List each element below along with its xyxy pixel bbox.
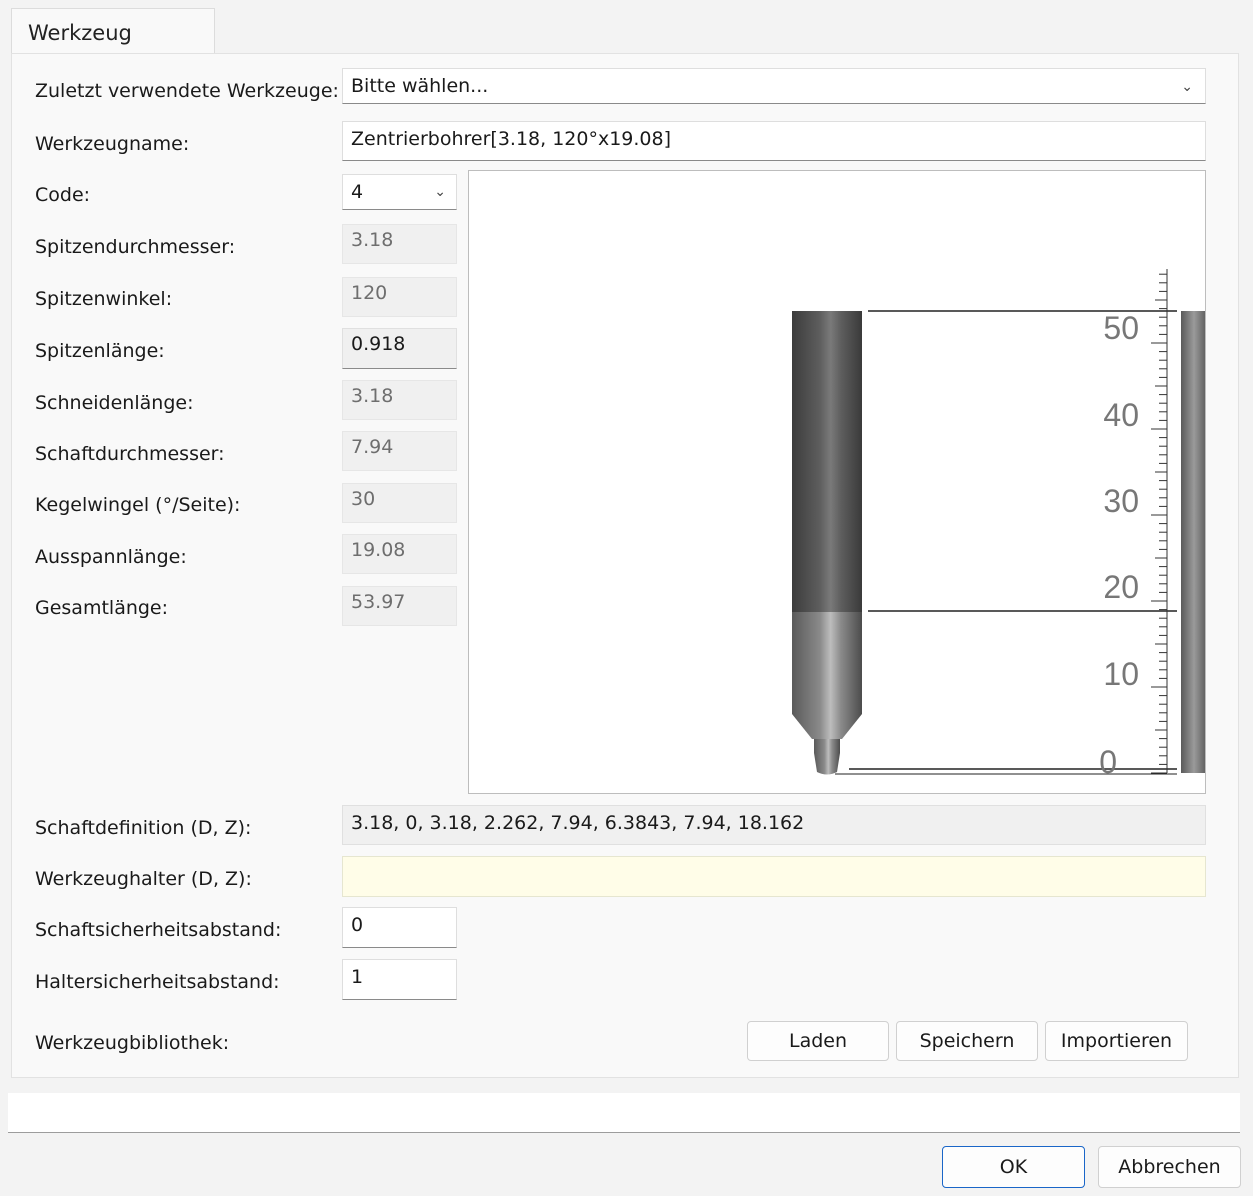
- tool-name-value: Zentrierbohrer[3.18, 120°x19.08]: [351, 128, 672, 150]
- cutting-length-field: 3.18: [342, 380, 457, 420]
- stickout-length-field: 19.08: [342, 534, 457, 574]
- recent-tools-label: Zuletzt verwendete Werkzeuge:: [35, 80, 339, 102]
- cone-angle-label: Kegelwingel (°/Seite):: [35, 494, 241, 516]
- ruler-labels: 50 40 30 20 10 0: [1099, 310, 1139, 780]
- tool-name-input[interactable]: Zentrierbohrer[3.18, 120°x19.08]: [342, 121, 1206, 161]
- tip-diameter-field: 3.18: [342, 224, 457, 264]
- scale-label-20: 20: [1103, 569, 1139, 605]
- shaft-definition-field: 3.18, 0, 3.18, 2.262, 7.94, 6.3843, 7.94…: [342, 805, 1206, 845]
- tool-name-label: Werkzeugname:: [35, 133, 190, 155]
- ok-button[interactable]: OK: [942, 1146, 1085, 1188]
- code-dropdown[interactable]: 4 ⌄: [342, 174, 457, 210]
- total-length-field: 53.97: [342, 586, 457, 626]
- reference-lines: [835, 310, 1177, 775]
- tool-preview: 50 40 30 20 10 0: [468, 170, 1206, 794]
- recent-tools-value: Bitte wählen...: [351, 75, 489, 97]
- shaft-clearance-label: Schaftsicherheitsabstand:: [35, 919, 282, 941]
- shaft-diameter-field: 7.94: [342, 431, 457, 471]
- library-label: Werkzeugbibliothek:: [35, 1032, 230, 1054]
- tip-angle-field: 120: [342, 277, 457, 317]
- scale-label-40: 40: [1103, 397, 1139, 433]
- shaft-definition-label: Schaftdefinition (D, Z):: [35, 817, 252, 839]
- holder-input[interactable]: [342, 856, 1206, 897]
- import-button[interactable]: Importieren: [1045, 1021, 1188, 1061]
- scale-label-0: 0: [1099, 744, 1117, 780]
- holder-clearance-input[interactable]: 1: [342, 959, 457, 1000]
- tip-length-field[interactable]: 0.918: [342, 328, 457, 369]
- holder-label: Werkzeughalter (D, Z):: [35, 868, 252, 890]
- tab-werkzeug[interactable]: Werkzeug: [11, 8, 215, 54]
- code-label: Code:: [35, 184, 91, 206]
- chevron-down-icon: ⌄: [1181, 79, 1193, 95]
- total-length-label: Gesamtlänge:: [35, 597, 169, 619]
- save-button[interactable]: Speichern: [896, 1021, 1038, 1061]
- stickout-length-label: Ausspannlänge:: [35, 546, 187, 568]
- shaft-diameter-label: Schaftdurchmesser:: [35, 443, 225, 465]
- shaft-clearance-input[interactable]: 0: [342, 907, 457, 948]
- holder-clearance-label: Haltersicherheitsabstand:: [35, 971, 280, 993]
- tip-diameter-label: Spitzendurchmesser:: [35, 236, 236, 258]
- tip-angle-label: Spitzenwinkel:: [35, 288, 173, 310]
- code-value: 4: [351, 181, 364, 203]
- status-bar: [8, 1093, 1240, 1133]
- cancel-button[interactable]: Abbrechen: [1098, 1146, 1241, 1188]
- tip-length-label: Spitzenlänge:: [35, 340, 165, 362]
- cutting-length-label: Schneidenlänge:: [35, 392, 194, 414]
- load-button[interactable]: Laden: [747, 1021, 889, 1061]
- tool-preview-drawing: 50 40 30 20 10 0: [792, 269, 1205, 780]
- chevron-down-icon: ⌄: [434, 184, 446, 200]
- cone-angle-field: 30: [342, 483, 457, 523]
- scale-bar: [1181, 311, 1205, 773]
- tool-shape: [792, 311, 862, 775]
- recent-tools-dropdown[interactable]: Bitte wählen... ⌄: [342, 68, 1206, 104]
- scale-label-30: 30: [1103, 483, 1139, 519]
- ruler: [1151, 269, 1168, 774]
- scale-label-10: 10: [1103, 656, 1139, 692]
- scale-label-50: 50: [1103, 310, 1139, 346]
